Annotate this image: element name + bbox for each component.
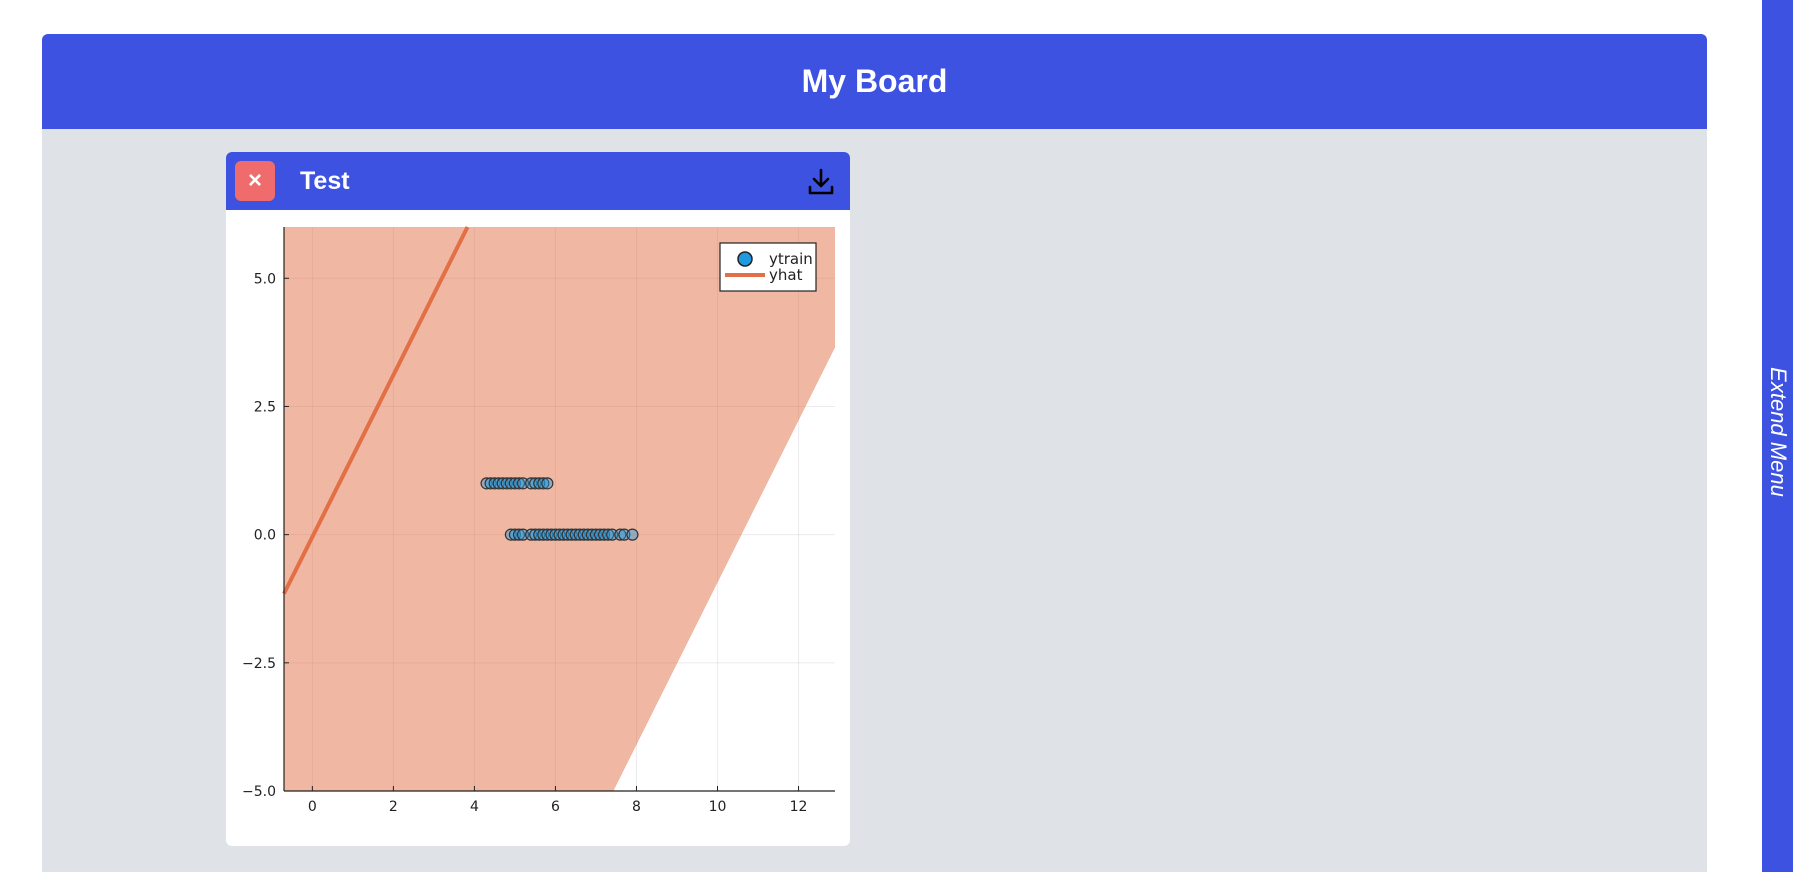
- plot-area: 0 2 4 6 8 10 12 −5.0 −2.5 0.0 2.5 5.0 ytrain yhat: [226, 210, 850, 846]
- board-title: My Board: [801, 63, 948, 99]
- plot-card-header: × Test: [226, 152, 850, 210]
- x-tick-label: 12: [790, 799, 808, 815]
- scatter-chart: 0 2 4 6 8 10 12−5.0−2.50.02.55.0ytrainyhat: [242, 226, 835, 815]
- close-icon: ×: [247, 167, 262, 194]
- extend-menu-toggle[interactable]: Extend Menu: [1762, 0, 1793, 872]
- x-tick-label: 2: [389, 799, 398, 815]
- legend-yhat-label: yhat: [769, 266, 803, 284]
- ytrain-point: [541, 477, 554, 490]
- legend-ytrain-marker: [737, 251, 753, 267]
- y-tick-label: −5.0: [242, 784, 276, 800]
- x-tick-label: 10: [709, 799, 727, 815]
- y-tick-label: 0.0: [254, 528, 276, 544]
- plot-card: × Test 0 2 4 6 8 10 12 −5.0 −2.5 0.0 2.5 5.0 ytrain y…: [226, 152, 850, 846]
- ytrain-point: [626, 528, 639, 541]
- x-tick-label: 6: [551, 799, 560, 815]
- x-tick-label: 4: [470, 799, 479, 815]
- x-tick-label: 0: [308, 799, 317, 815]
- download-icon: [808, 168, 834, 195]
- confidence-band: [284, 227, 835, 791]
- close-button[interactable]: ×: [235, 161, 275, 201]
- board-header: My Board: [42, 34, 1707, 129]
- extend-menu-label: Extend Menu: [1765, 367, 1791, 497]
- y-tick-label: −2.5: [242, 656, 276, 672]
- y-tick-label: 5.0: [254, 271, 276, 287]
- y-tick-label: 2.5: [254, 399, 276, 415]
- x-tick-label: 8: [632, 799, 641, 815]
- download-button[interactable]: [806, 167, 836, 197]
- plot-card-title: Test: [300, 167, 350, 195]
